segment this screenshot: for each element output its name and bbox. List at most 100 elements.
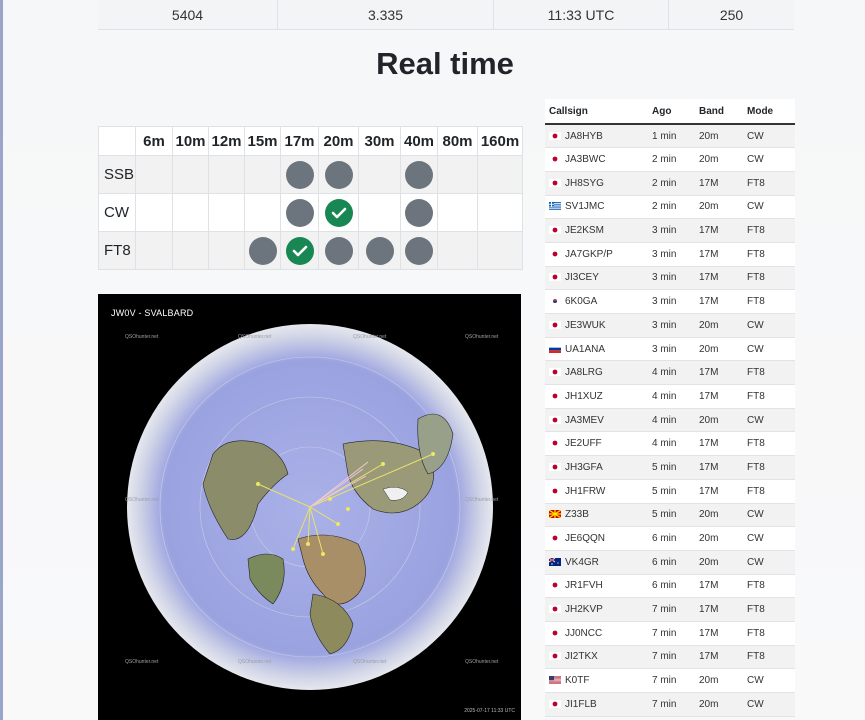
callsign-text[interactable]: JH8SYG [565, 178, 604, 189]
spot-row[interactable]: SV1JMC 2 min 20m CW [545, 195, 795, 220]
callsign-text[interactable]: JI2TKX [565, 651, 598, 662]
band-cell[interactable] [280, 155, 319, 194]
active-dot-icon[interactable] [405, 160, 433, 189]
callsign-text[interactable]: JJ0NCC [565, 628, 602, 639]
spot-row[interactable]: UA1ANA 3 min 20m CW [545, 337, 795, 362]
callsign-text[interactable]: VK4GR [565, 557, 599, 568]
callsign-text[interactable]: JE2KSM [565, 225, 604, 236]
spot-row[interactable]: JJ0NCC 7 min 17M FT8 [545, 621, 795, 646]
callsign-text[interactable]: K0TF [565, 675, 589, 686]
callsign-cell[interactable]: JA3MEV [545, 408, 648, 433]
callsign-text[interactable]: Z33B [565, 509, 589, 520]
col-ago-header[interactable]: Ago [648, 99, 695, 125]
spot-row[interactable]: JE2UFF 4 min 17M FT8 [545, 431, 795, 457]
band-cell[interactable] [244, 231, 281, 270]
callsign-cell[interactable]: JE2UFF [545, 431, 648, 457]
callsign-cell[interactable]: SV1JMC [545, 195, 648, 220]
callsign-text[interactable]: JA3MEV [565, 415, 604, 426]
callsign-text[interactable]: JE3WUK [565, 320, 606, 331]
band-cell[interactable] [400, 231, 438, 270]
spot-row[interactable]: JA3BWC 2 min 20m CW [545, 147, 795, 172]
spot-row[interactable]: 6K0GA 3 min 17M FT8 [545, 289, 795, 314]
spot-row[interactable]: JI1FLB 7 min 20m CW [545, 692, 795, 717]
callsign-cell[interactable]: JH1FRW [545, 479, 648, 504]
callsign-text[interactable]: JH1FRW [565, 486, 605, 497]
callsign-text[interactable]: JA8HYB [565, 131, 603, 142]
spot-row[interactable]: JA8LRG 4 min 17M FT8 [545, 360, 795, 386]
callsign-cell[interactable]: JE6QQN [545, 526, 648, 551]
confirmed-check-icon[interactable] [324, 198, 353, 227]
band-cell[interactable] [318, 231, 359, 270]
callsign-text[interactable]: SV1JMC [565, 201, 604, 212]
callsign-text[interactable]: JH1XUZ [565, 391, 603, 402]
callsign-text[interactable]: JI1FLB [565, 699, 597, 710]
callsign-cell[interactable]: JR1FVH [545, 574, 648, 599]
spot-row[interactable]: JE6QQN 6 min 20m CW [545, 526, 795, 551]
spot-row[interactable]: Z33B 5 min 20m CW [545, 503, 795, 528]
callsign-cell[interactable]: 6K0GA [545, 289, 648, 314]
col-mode-header[interactable]: Mode [743, 99, 795, 125]
callsign-cell[interactable]: JI1FLB [545, 692, 648, 717]
propagation-map[interactable]: JW0V - SVALBARD QSOhunter.net QSOhunter.… [98, 294, 521, 720]
spot-row[interactable]: JR1FVH 6 min 17M FT8 [545, 574, 795, 599]
spot-row[interactable]: JH8SYG 2 min 17M FT8 [545, 171, 795, 196]
confirmed-check-icon[interactable] [285, 236, 314, 265]
spot-row[interactable]: JH2KVP 7 min 17M FT8 [545, 597, 795, 622]
spot-row[interactable]: JI3CEY 3 min 17M FT8 [545, 266, 795, 291]
callsign-text[interactable]: 6K0GA [565, 296, 597, 307]
callsign-cell[interactable]: JA8HYB [545, 124, 648, 149]
active-dot-icon[interactable] [248, 236, 277, 265]
spot-row[interactable]: JE2KSM 3 min 17M FT8 [545, 218, 795, 243]
band-cell[interactable] [318, 193, 359, 232]
active-dot-icon[interactable] [405, 236, 433, 265]
callsign-cell[interactable]: JH2KVP [545, 597, 648, 622]
callsign-cell[interactable]: JE2KSM [545, 218, 648, 243]
callsign-text[interactable]: JA8LRG [565, 367, 603, 378]
active-dot-icon[interactable] [324, 236, 353, 265]
band-cell[interactable] [358, 231, 401, 270]
callsign-text[interactable]: JE2UFF [565, 438, 602, 449]
callsign-text[interactable]: UA1ANA [565, 344, 605, 355]
active-dot-icon[interactable] [285, 198, 314, 227]
band-cell[interactable] [400, 155, 438, 194]
spot-row[interactable]: K0TF 7 min 20m CW [545, 668, 795, 693]
spot-row[interactable]: JE3WUK 3 min 20m CW [545, 313, 795, 338]
band-cell[interactable] [280, 231, 319, 270]
callsign-text[interactable]: JA3BWC [565, 154, 606, 165]
spot-row[interactable]: VK4GR 6 min 20m CW [545, 550, 795, 575]
spot-row[interactable]: JH1FRW 5 min 17M FT8 [545, 479, 795, 504]
callsign-cell[interactable]: JI3CEY [545, 266, 648, 291]
spot-row[interactable]: JH3GFA 5 min 17M FT8 [545, 455, 795, 480]
band-cell[interactable] [280, 193, 319, 232]
callsign-cell[interactable]: JA3BWC [545, 147, 648, 172]
callsign-text[interactable]: JH3GFA [565, 462, 603, 473]
callsign-cell[interactable]: UA1ANA [545, 337, 648, 362]
col-callsign-header[interactable]: Callsign [545, 99, 648, 125]
spot-row[interactable]: JH1XUZ 4 min 17M FT8 [545, 384, 795, 409]
callsign-text[interactable]: JH2KVP [565, 604, 603, 615]
callsign-text[interactable]: JI3CEY [565, 272, 599, 283]
band-cell[interactable] [400, 193, 438, 232]
spot-row[interactable]: JI2TKX 7 min 17M FT8 [545, 645, 795, 670]
callsign-text[interactable]: JE6QQN [565, 533, 605, 544]
spot-row[interactable]: JA8HYB 1 min 20m CW [545, 124, 795, 149]
active-dot-icon[interactable] [365, 236, 394, 265]
active-dot-icon[interactable] [285, 160, 314, 189]
callsign-cell[interactable]: JE3WUK [545, 313, 648, 338]
active-dot-icon[interactable] [324, 160, 353, 189]
callsign-cell[interactable]: JH8SYG [545, 171, 648, 196]
callsign-cell[interactable]: JI2TKX [545, 645, 648, 670]
callsign-cell[interactable]: JH1XUZ [545, 384, 648, 409]
active-dot-icon[interactable] [405, 198, 433, 227]
callsign-cell[interactable]: JH3GFA [545, 455, 648, 480]
callsign-cell[interactable]: Z33B [545, 503, 648, 528]
col-band-header[interactable]: Band [695, 99, 743, 125]
callsign-cell[interactable]: VK4GR [545, 550, 648, 575]
callsign-cell[interactable]: JA7GKP/P [545, 242, 648, 267]
callsign-text[interactable]: JR1FVH [565, 580, 603, 591]
spot-row[interactable]: JA7GKP/P 3 min 17M FT8 [545, 242, 795, 267]
callsign-cell[interactable]: JA8LRG [545, 360, 648, 386]
callsign-cell[interactable]: JJ0NCC [545, 621, 648, 646]
callsign-cell[interactable]: K0TF [545, 668, 648, 693]
spot-row[interactable]: JA3MEV 4 min 20m CW [545, 408, 795, 433]
